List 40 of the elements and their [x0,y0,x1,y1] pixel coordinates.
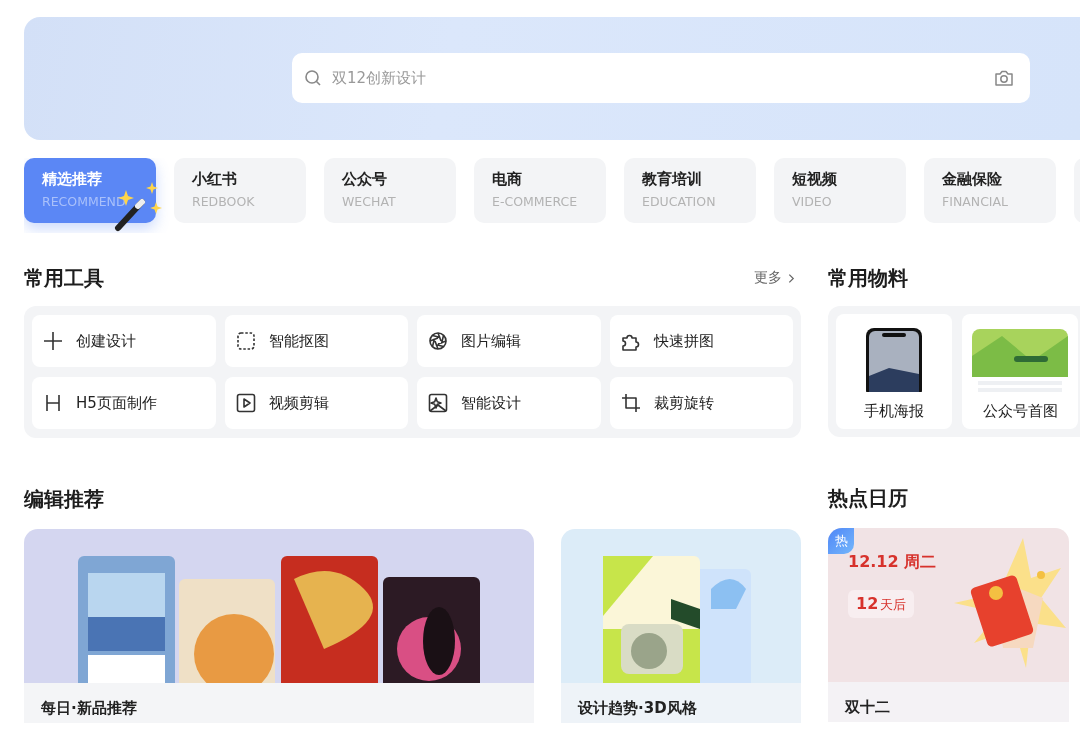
calendar-card[interactable]: 热 12.12 周二 12 天后 双十二 [828,528,1069,722]
category-tab[interactable]: 公众号 WECHAT [324,158,456,223]
tool-button[interactable]: 视频剪辑 [224,377,408,429]
crop-icon [619,392,642,414]
tool-button[interactable]: 裁剪旋转 [609,377,793,429]
section-title: 热点日历 [828,484,908,512]
category-tab[interactable]: 教育培训 EDUCATION [624,158,756,223]
plus-icon [42,330,64,352]
material-card[interactable]: 公众号首图 [962,314,1078,429]
category-tab[interactable]: 短视频 VIDEO [774,158,906,223]
cutout-icon [234,330,257,352]
tool-button[interactable]: 快速拼图 [609,315,793,367]
chevron-right-icon [788,272,795,284]
play-icon [234,392,257,414]
sparkle-icon [427,392,449,414]
material-card[interactable]: 手机海报 [836,314,952,429]
recommendation-card[interactable]: 设计趋势·3D风格 [561,529,801,723]
recommendation-card[interactable]: 每日·新品推荐 [24,529,534,723]
tool-button[interactable]: H5页面制作 [32,377,216,429]
section-title: 常用工具 [24,264,104,292]
category-tab[interactable]: 小红书 REDBOOK [174,158,306,223]
search-field[interactable]: 双12创新设计 [292,53,1030,103]
category-tab[interactable]: 电商 E-COMMERCE [474,158,606,223]
category-tab[interactable]: 金融保险 FINANCIAL [924,158,1056,223]
card-caption: 每日·新品推荐 [24,683,534,723]
tool-button[interactable]: 智能设计 [417,377,601,429]
tool-button[interactable]: 创建设计 [32,315,216,367]
section-title: 常用物料 [828,264,908,292]
hot-badge: 热 [828,528,854,554]
aperture-icon [427,330,449,352]
tool-button[interactable]: 智能抠图 [224,315,408,367]
countdown-number: 12 [856,594,879,613]
tool-button[interactable]: 图片编辑 [417,315,601,367]
section-title: 编辑推荐 [24,485,104,513]
card-caption: 设计趋势·3D风格 [561,683,801,723]
countdown-unit: 天后 [880,596,907,614]
event-date: 12.12 周二 [848,552,937,573]
camera-icon[interactable] [994,69,1014,87]
more-link[interactable]: 更多 [754,269,795,287]
card-caption: 双十二 [828,682,1069,722]
